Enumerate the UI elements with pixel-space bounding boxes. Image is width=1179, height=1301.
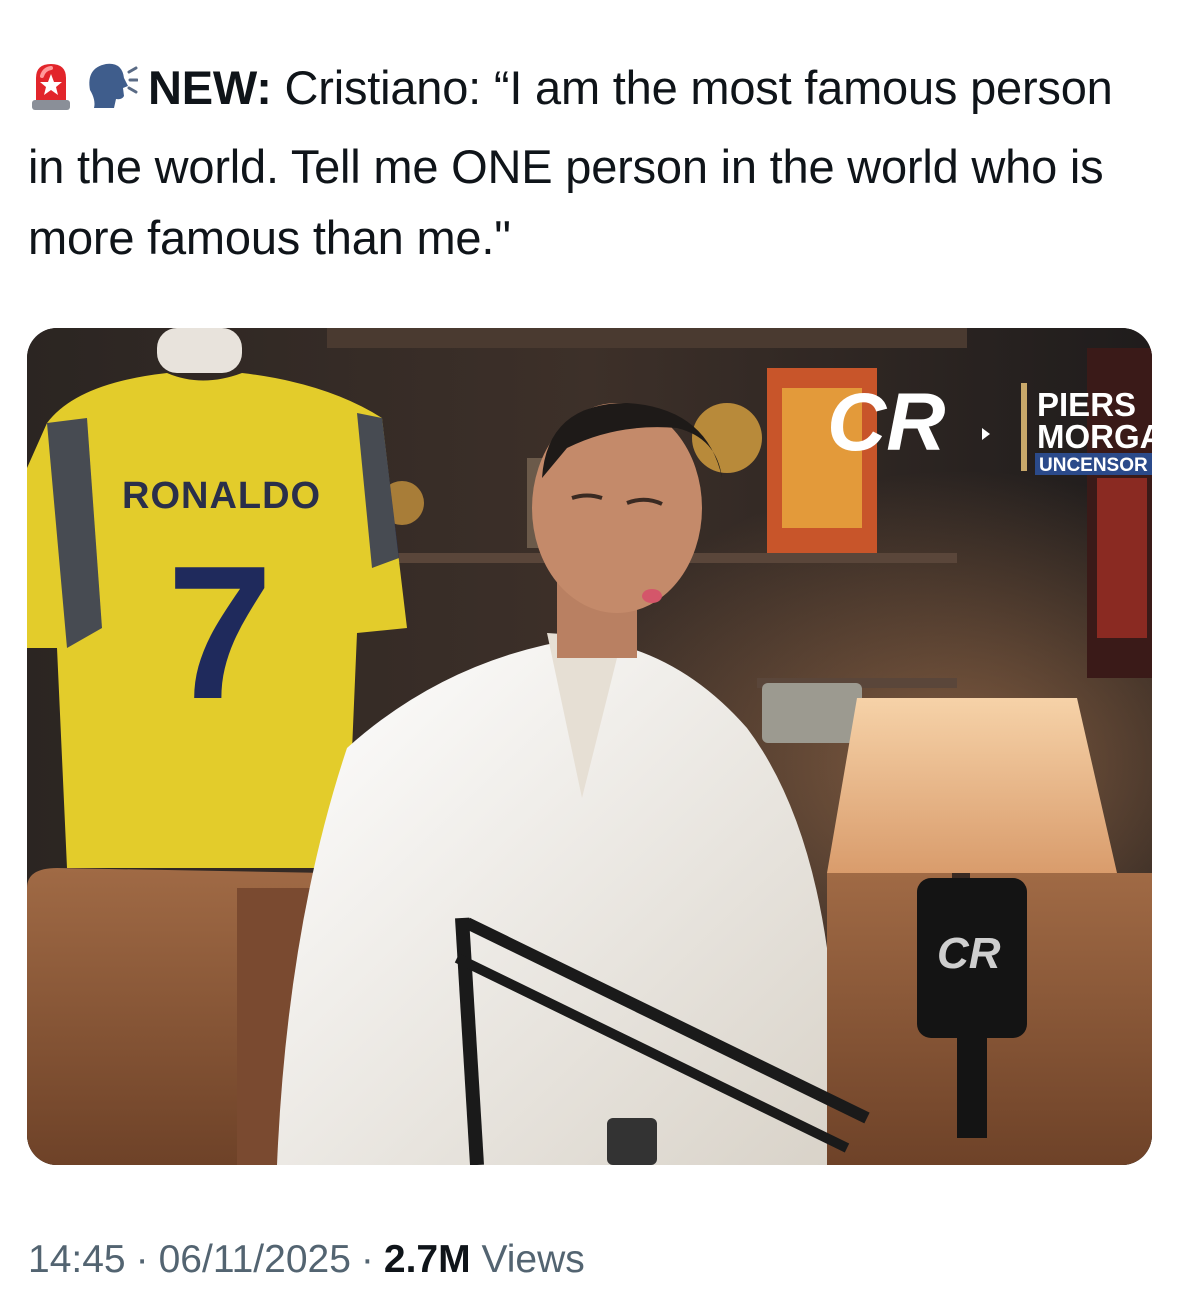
tweet-date[interactable]: 06/11/2025 <box>159 1238 351 1281</box>
brand-line3: UNCENSOR <box>1039 455 1148 476</box>
rotating-light-icon <box>28 60 74 131</box>
separator: · <box>135 1238 149 1281</box>
cr-logo-icon: CR <box>827 377 945 468</box>
tweet-meta: 14:45 · 06/11/2025 · 2.7M Views <box>28 1238 585 1282</box>
tweet-time[interactable]: 14:45 <box>28 1238 126 1281</box>
brand-line2: MORGA <box>1037 418 1152 455</box>
views-count[interactable]: 2.7M <box>384 1238 471 1281</box>
video-still: RONALDO 7 CR CR PIERS MORGA UNCENSOR <box>27 328 1152 1165</box>
views-label[interactable]: Views <box>481 1238 584 1281</box>
mic-logo-icon: CR <box>937 929 1001 978</box>
tweet-label-colon: : <box>256 61 272 114</box>
separator: · <box>360 1238 374 1281</box>
jersey-number: 7 <box>167 527 273 739</box>
tweet-media-image[interactable]: RONALDO 7 CR CR PIERS MORGA UNCENSOR <box>27 328 1152 1165</box>
jersey-name: RONALDO <box>122 475 321 517</box>
tweet-label: NEW <box>148 61 257 114</box>
speaking-head-icon <box>84 60 139 131</box>
tweet-text: NEW: Cristiano: “I am the most famous pe… <box>28 52 1148 273</box>
